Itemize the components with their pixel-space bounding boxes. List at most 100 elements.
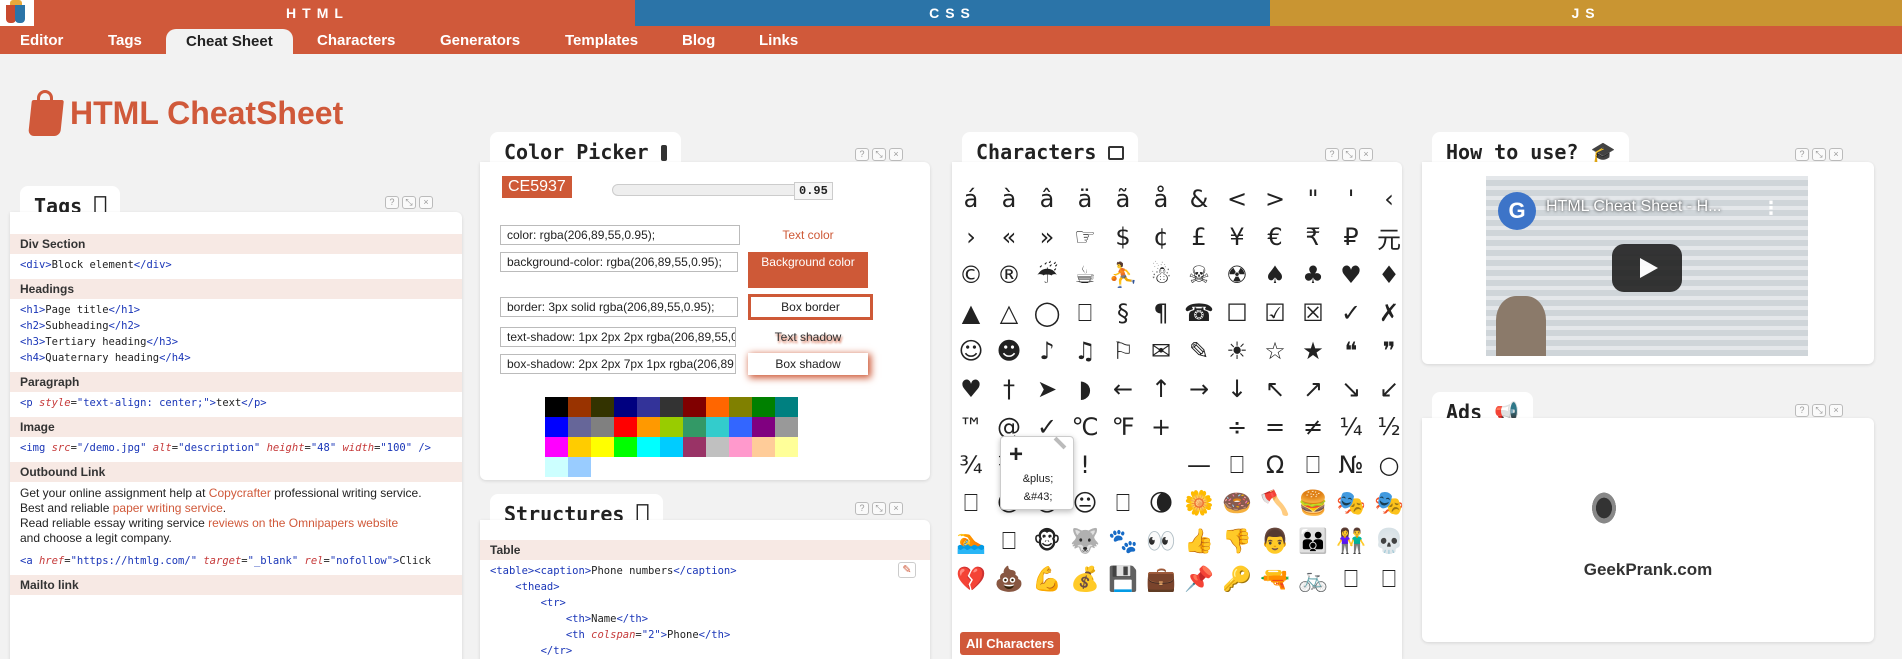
character-cell[interactable]: ♫ xyxy=(1066,332,1104,370)
character-cell[interactable]: » xyxy=(1028,218,1066,256)
color-swatch[interactable] xyxy=(660,417,683,437)
character-cell[interactable]: ☔ xyxy=(1028,256,1066,294)
character-cell[interactable]: † xyxy=(990,370,1028,408)
background-css-field[interactable]: background-color: rgba(206,89,55,0.95); xyxy=(500,252,738,272)
color-swatch[interactable] xyxy=(683,397,706,417)
color-swatch[interactable] xyxy=(775,437,798,457)
character-cell[interactable]: ➤ xyxy=(1028,370,1066,408)
character-cell[interactable]: ✓ xyxy=(1332,294,1370,332)
character-cell[interactable]: ☐ xyxy=(1218,294,1256,332)
character-cell[interactable]: ☢ xyxy=(1218,256,1256,294)
collapse-icon[interactable]: ⤡ xyxy=(1812,148,1826,161)
character-cell[interactable]: ☻ xyxy=(990,332,1028,370)
character-cell[interactable]: ⎕ xyxy=(990,522,1028,560)
character-cell[interactable]: ↗ xyxy=(1294,370,1332,408)
more-options-icon[interactable]: ⋮ xyxy=(1762,198,1780,219)
character-cell[interactable]: ❞ xyxy=(1370,332,1408,370)
character-cell[interactable]: & xyxy=(1180,180,1218,218)
character-cell[interactable]: = xyxy=(1256,408,1294,446)
nav-editor[interactable]: Editor xyxy=(20,26,63,54)
code-sample[interactable]: <a href="https://htmlg.com/" target="_bl… xyxy=(10,550,462,575)
character-cell[interactable]: ↙ xyxy=(1370,370,1408,408)
character-cell[interactable]: 🚲 xyxy=(1294,560,1332,598)
character-cell[interactable]: ℉ xyxy=(1104,408,1142,446)
character-cell[interactable]: ↘ xyxy=(1332,370,1370,408)
collapse-icon[interactable]: ⤡ xyxy=(872,148,886,161)
edit-icon[interactable]: ✎ xyxy=(898,562,916,578)
character-cell[interactable]: ⚐ xyxy=(1104,332,1142,370)
character-cell[interactable]: © xyxy=(952,256,990,294)
character-cell[interactable]: ◗ xyxy=(1066,370,1104,408)
character-cell[interactable]: 🐺 xyxy=(1066,522,1104,560)
character-cell[interactable]: 👨 xyxy=(1256,522,1294,560)
character-cell[interactable]: ▲ xyxy=(952,294,990,332)
nav-templates[interactable]: Templates xyxy=(565,26,638,54)
character-cell[interactable]: 👀 xyxy=(1142,522,1180,560)
color-swatch[interactable] xyxy=(545,397,568,417)
alpha-slider[interactable] xyxy=(612,184,800,196)
color-swatch[interactable] xyxy=(729,437,752,457)
close-icon[interactable]: × xyxy=(889,502,903,515)
character-cell[interactable]: ≠ xyxy=(1294,408,1332,446)
character-cell[interactable]: ₹ xyxy=(1294,218,1332,256)
character-cell[interactable]: → xyxy=(1180,370,1218,408)
character-cell[interactable]: ✎ xyxy=(1180,332,1218,370)
paper-writing-link[interactable]: paper writing service xyxy=(113,501,223,515)
code-sample[interactable]: <table><caption>Phone numbers</caption> … xyxy=(480,560,930,659)
color-swatch[interactable] xyxy=(752,397,775,417)
character-cell[interactable]: 👪 xyxy=(1294,522,1332,560)
html-section-link[interactable]: HTML xyxy=(0,0,635,26)
character-cell[interactable]: ¥ xyxy=(1218,218,1256,256)
border-css-field[interactable]: border: 3px solid rgba(206,89,55,0.95); xyxy=(500,297,738,317)
character-cell[interactable]: ™ xyxy=(952,408,990,446)
character-cell[interactable]: Ω xyxy=(1256,446,1294,484)
character-cell[interactable]: ⎕ xyxy=(1104,484,1142,522)
nav-tags[interactable]: Tags xyxy=(108,26,142,54)
channel-logo[interactable]: G xyxy=(1498,192,1536,230)
color-swatch[interactable] xyxy=(752,437,775,457)
character-cell[interactable]: å xyxy=(1142,180,1180,218)
color-swatch[interactable] xyxy=(568,417,591,437)
close-icon[interactable]: × xyxy=(1359,148,1373,161)
character-cell[interactable]: 🔫 xyxy=(1256,560,1294,598)
character-cell[interactable] xyxy=(1104,446,1142,484)
character-cell[interactable]: ‹ xyxy=(1370,180,1408,218)
color-swatch[interactable] xyxy=(568,397,591,417)
character-cell[interactable]: 🐾 xyxy=(1104,522,1142,560)
color-swatch[interactable] xyxy=(775,417,798,437)
close-icon[interactable]: × xyxy=(419,196,433,209)
character-cell[interactable]: $ xyxy=(1104,218,1142,256)
color-swatch[interactable] xyxy=(614,417,637,437)
character-cell[interactable]: ⎕ xyxy=(952,484,990,522)
character-cell[interactable] xyxy=(1180,408,1218,446)
color-swatch[interactable] xyxy=(752,417,775,437)
color-swatch[interactable] xyxy=(706,397,729,417)
color-swatch[interactable] xyxy=(568,437,591,457)
character-cell[interactable]: ⎕ xyxy=(1332,560,1370,598)
color-swatch[interactable] xyxy=(591,437,614,457)
character-cell[interactable]: 💼 xyxy=(1142,560,1180,598)
js-section-link[interactable]: JS xyxy=(1270,0,1902,26)
collapse-icon[interactable]: ⤡ xyxy=(872,502,886,515)
color-swatch[interactable] xyxy=(729,397,752,417)
character-cell[interactable]: ¶ xyxy=(1142,294,1180,332)
character-cell[interactable]: 📌 xyxy=(1180,560,1218,598)
character-cell[interactable]: ↑ xyxy=(1142,370,1180,408)
character-cell[interactable]: ¢ xyxy=(1142,218,1180,256)
character-cell[interactable]: 💪 xyxy=(1028,560,1066,598)
character-cell[interactable]: ♦ xyxy=(1370,256,1408,294)
color-swatch[interactable] xyxy=(729,417,752,437)
character-cell[interactable]: § xyxy=(1104,294,1142,332)
copycrafter-link[interactable]: Copycrafter xyxy=(209,486,271,500)
character-cell[interactable]: › xyxy=(952,218,990,256)
character-cell[interactable]: ☠ xyxy=(1180,256,1218,294)
color-swatch[interactable] xyxy=(637,417,660,437)
character-cell[interactable]: ← xyxy=(1104,370,1142,408)
nav-links[interactable]: Links xyxy=(759,26,798,54)
color-swatch[interactable] xyxy=(706,437,729,457)
character-cell[interactable]: ✉ xyxy=(1142,332,1180,370)
character-cell[interactable]: ⎕ xyxy=(1370,560,1408,598)
nav-generators[interactable]: Generators xyxy=(440,26,520,54)
color-swatch[interactable] xyxy=(660,397,683,417)
character-cell[interactable]: + xyxy=(1142,408,1180,446)
